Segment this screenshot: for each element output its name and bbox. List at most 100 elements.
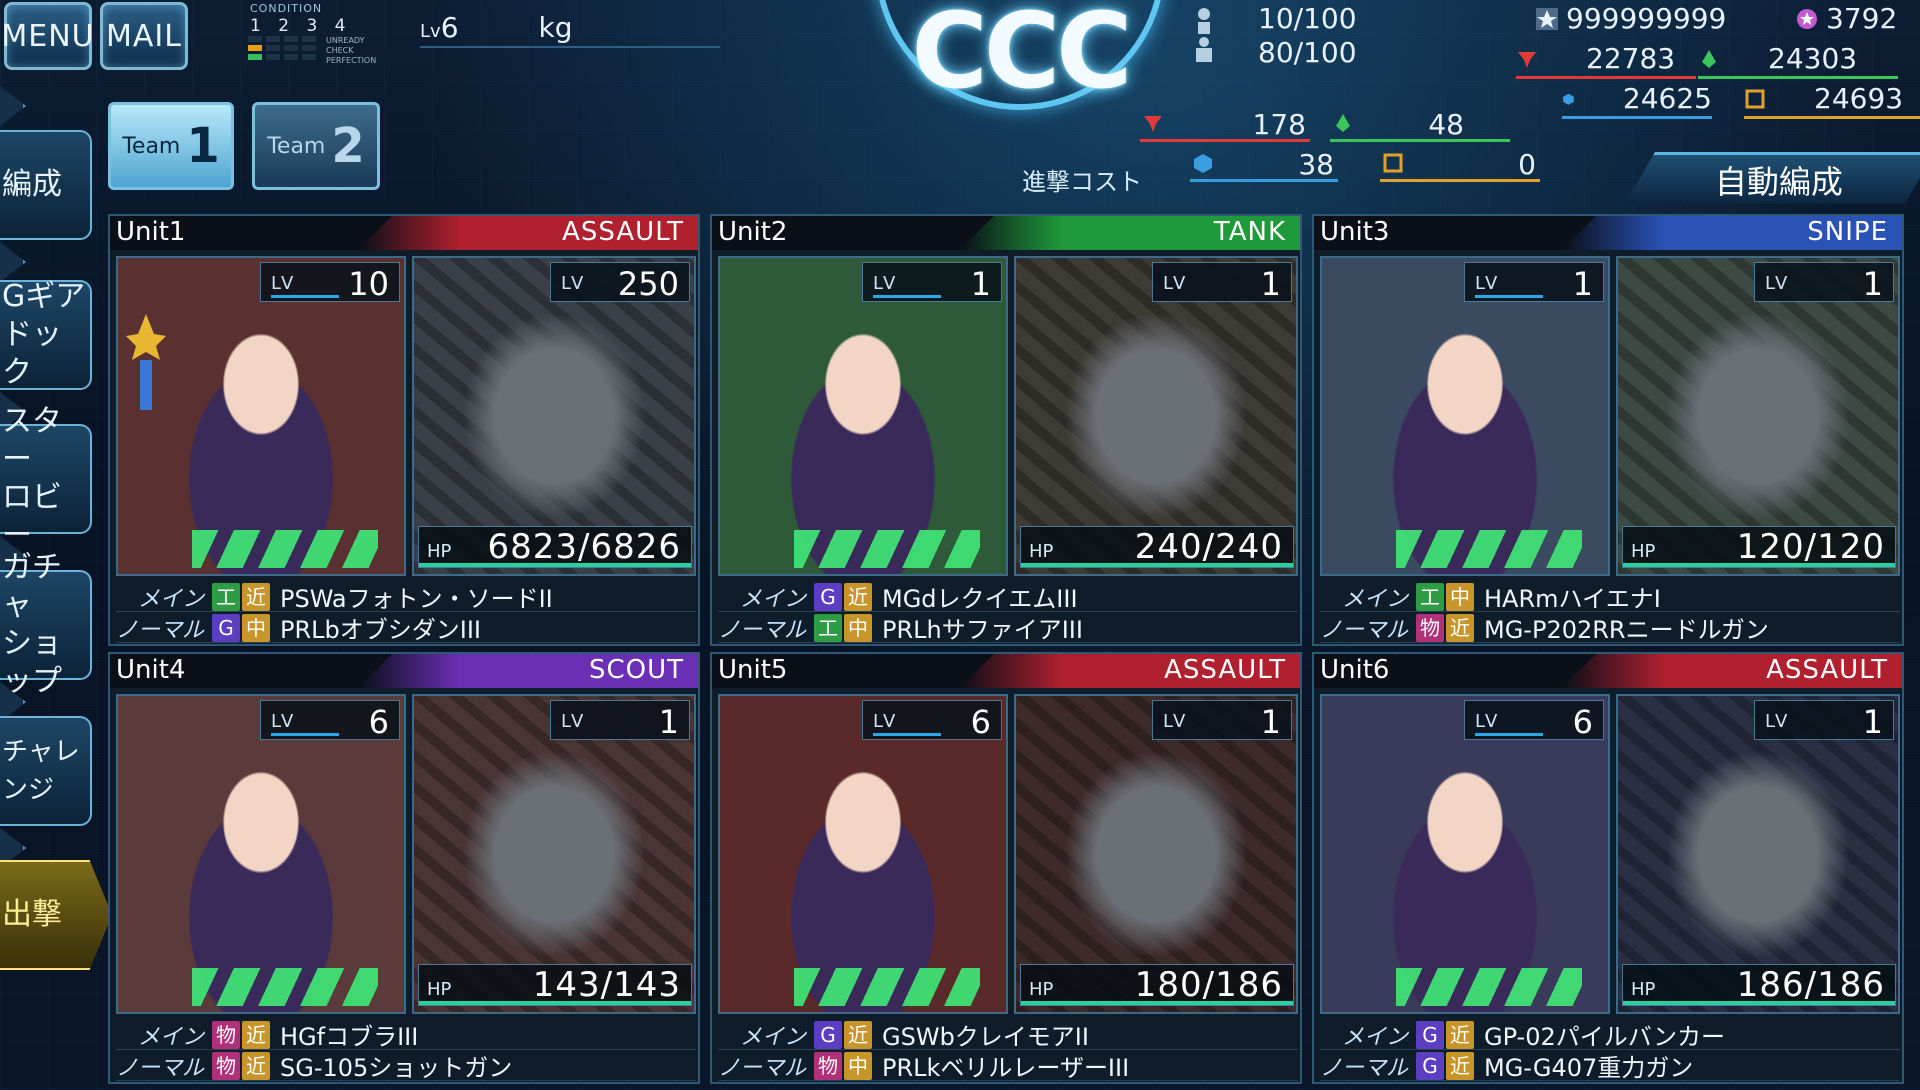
- unit-header: Unit5 ASSAULT: [712, 654, 1300, 688]
- weapon-name: PSWaフォトン・ソードII: [280, 585, 553, 613]
- green-gem-icon: [1336, 114, 1350, 132]
- weapon-attr-tag: G: [814, 1020, 842, 1049]
- condition-stripes: [794, 968, 980, 1006]
- unit-name: Unit2: [718, 217, 788, 247]
- weapon-list: メイン 工 中 HARmハイエナI ノーマル 物 近 MG-P202RRニードル…: [1320, 582, 1900, 644]
- condition-legend: UNREADY CHECK PERFECTION: [326, 36, 377, 65]
- weapon-row[interactable]: メイン G 近 MGdレクイエムIII: [718, 582, 1298, 613]
- weapon-slot-type: ノーマル: [718, 617, 807, 643]
- weapon-range-tag: 近: [242, 1020, 270, 1049]
- coin-icon: [1797, 8, 1817, 29]
- side-menu-star-lobby[interactable]: スター ロビー: [0, 404, 92, 553]
- mech-image[interactable]: LV 1 HP 120/120: [1616, 256, 1900, 576]
- weapon-range-tag: 近: [844, 1020, 872, 1049]
- unit-name: Unit6: [1320, 655, 1390, 685]
- mech-image[interactable]: LV 1 HP 143/143: [412, 694, 696, 1014]
- weight-label: kg: [538, 10, 573, 44]
- weapon-slot-type: メイン: [1341, 1024, 1408, 1050]
- weapon-name: MGdレクイエムIII: [882, 585, 1078, 613]
- tab-team-2[interactable]: Team 2: [252, 102, 380, 190]
- pilot-portrait[interactable]: LV 10: [116, 256, 406, 576]
- weapon-row[interactable]: ノーマル G 中 PRLbオブシダンIII: [116, 613, 696, 644]
- weapon-row[interactable]: メイン 物 近 HGfコブラIII: [116, 1020, 696, 1051]
- gold-bracket-icon: [1383, 153, 1403, 173]
- population-panel: 10/100 80/100: [1188, 0, 1398, 70]
- unit-card[interactable]: Unit2 TANK LV 1 LV 1 HP 240/240 メイン G 近 …: [710, 214, 1302, 646]
- weapon-name: PRLkベリルレーザーIII: [882, 1054, 1130, 1082]
- side-menu: 編成 Gギア ドック スター ロビー ガチャ ショップ チャレンジ 出撃: [0, 80, 112, 1090]
- pilot-level-tag: LV 6: [260, 700, 400, 741]
- pilot-portrait[interactable]: LV 6: [1320, 694, 1610, 1014]
- weapon-name: HARmハイエナI: [1484, 585, 1661, 613]
- unit-name: Unit4: [116, 655, 186, 685]
- unit-role: ASSAULT: [1164, 655, 1286, 685]
- unit-card[interactable]: Unit5 ASSAULT LV 6 LV 1 HP 180/186 メイン G…: [710, 652, 1302, 1084]
- blue-cube-icon: [1194, 154, 1212, 173]
- side-menu-challenge[interactable]: チャレンジ: [0, 716, 92, 826]
- pilot-portrait[interactable]: LV 6: [718, 694, 1008, 1014]
- weapon-attr-tag: G: [1416, 1051, 1444, 1080]
- weapon-row[interactable]: メイン G 近 GSWbクレイモアII: [718, 1020, 1298, 1051]
- unit-role: SCOUT: [588, 655, 684, 685]
- weapon-row[interactable]: メイン 工 近 PSWaフォトン・ソードII: [116, 582, 696, 613]
- unit-role: SNIPE: [1807, 217, 1888, 247]
- weapon-attr-tag: 物: [1416, 613, 1444, 642]
- mech-image[interactable]: LV 250 HP 6823/6826: [412, 256, 696, 576]
- weapon-row[interactable]: メイン G 近 GP-02パイルバンカー: [1320, 1020, 1900, 1051]
- green-resource: 24303: [1698, 42, 1898, 79]
- mech-image[interactable]: LV 1 HP 186/186: [1616, 694, 1900, 1014]
- player-level: Lv6: [420, 10, 459, 44]
- pilot-portrait[interactable]: LV 1: [1320, 256, 1610, 576]
- unit-card[interactable]: Unit3 SNIPE LV 1 LV 1 HP 120/120 メイン 工 中…: [1312, 214, 1904, 646]
- side-menu-gacha-shop[interactable]: ガチャ ショップ: [0, 550, 92, 699]
- resource-panel: 999999999 3792 22783 24303 24625 24693: [1500, 0, 1920, 120]
- unit-card[interactable]: Unit1 ASSAULT LV 10 LV 250 HP 6823/6826: [108, 214, 700, 646]
- weapon-slot-type: ノーマル: [1320, 1055, 1409, 1081]
- mech-image[interactable]: LV 1 HP 180/186: [1014, 694, 1298, 1014]
- unit-name: Unit5: [718, 655, 788, 685]
- weapon-attr-tag: G: [814, 582, 842, 611]
- side-arrow-icon: [0, 86, 26, 126]
- weapon-row[interactable]: ノーマル 工 中 PRLhサファイアIII: [718, 613, 1298, 644]
- menu-button[interactable]: MENU: [1, 2, 94, 70]
- mech-hp: HP 180/186: [1020, 964, 1294, 1006]
- unit-header: Unit3 SNIPE: [1314, 216, 1902, 250]
- blue-resource: 24625: [1562, 82, 1712, 119]
- auto-formation-button[interactable]: 自動編成: [1624, 152, 1920, 204]
- weapon-row[interactable]: ノーマル 物 近 MG-P202RRニードルガン: [1320, 613, 1900, 644]
- pilot-portrait[interactable]: LV 6: [116, 694, 406, 1014]
- weapon-slot-type: ノーマル: [116, 617, 205, 643]
- weapon-row[interactable]: メイン 工 中 HARmハイエナI: [1320, 582, 1900, 613]
- weapon-name: PRLbオブシダンIII: [280, 616, 481, 644]
- weapon-range-tag: 中: [844, 1051, 872, 1080]
- red-gem-icon: [1144, 116, 1162, 132]
- weapon-list: メイン 物 近 HGfコブラIII ノーマル 物 近 SG-105ショットガン: [116, 1020, 696, 1082]
- pilot-portrait[interactable]: LV 1: [718, 256, 1008, 576]
- mail-button[interactable]: MAIL: [100, 2, 188, 70]
- player-level-panel: Lv6 kg: [420, 8, 720, 48]
- red-resource: 22783: [1516, 42, 1696, 79]
- condition-stripes: [1396, 530, 1582, 568]
- weapon-row[interactable]: ノーマル G 近 MG-G407重力ガン: [1320, 1051, 1900, 1082]
- weapon-row[interactable]: ノーマル 物 近 SG-105ショットガン: [116, 1051, 696, 1082]
- unit-card[interactable]: Unit4 SCOUT LV 6 LV 1 HP 143/143 メイン 物 近…: [108, 652, 700, 1084]
- star-resource: 999999999: [1536, 2, 1726, 35]
- weapon-attr-tag: 物: [212, 1020, 240, 1049]
- cost-red: 178: [1140, 108, 1310, 142]
- side-menu-formation[interactable]: 編成: [0, 130, 92, 240]
- red-gem-icon: [1518, 51, 1536, 68]
- mech-level-tag: LV 250: [550, 262, 690, 303]
- tab-team-1[interactable]: Team 1: [108, 102, 234, 190]
- pilot-level-tag: LV 6: [1464, 700, 1604, 741]
- side-menu-sortie[interactable]: 出撃: [0, 860, 112, 970]
- unit-card[interactable]: Unit6 ASSAULT LV 6 LV 1 HP 186/186 メイン G…: [1312, 652, 1904, 1084]
- side-menu-gear-dock[interactable]: Gギア ドック: [0, 279, 92, 390]
- blue-cube-icon: [1563, 93, 1574, 105]
- weapon-range-tag: 近: [242, 582, 270, 611]
- condition-panel: CONDITION 1 2 3 4 UNREADY CHECK PERFECTI…: [244, 2, 376, 72]
- pilot-silhouette-icon: [1196, 8, 1212, 62]
- weapon-row[interactable]: ノーマル 物 中 PRLkベリルレーザーIII: [718, 1051, 1298, 1082]
- mech-image[interactable]: LV 1 HP 240/240: [1014, 256, 1298, 576]
- unit-role: ASSAULT: [562, 217, 684, 247]
- unit-header: Unit6 ASSAULT: [1314, 654, 1902, 688]
